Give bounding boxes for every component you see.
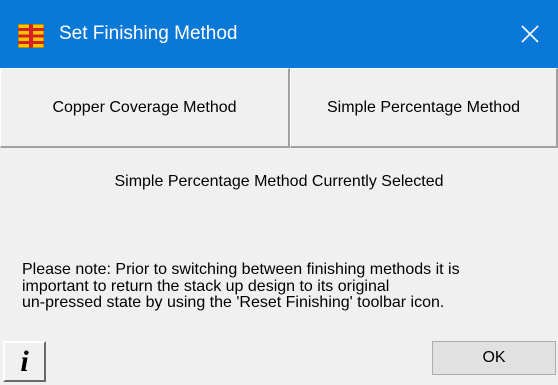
info-button[interactable]: i: [3, 341, 46, 382]
ok-button[interactable]: OK: [432, 341, 556, 375]
copper-coverage-method-button[interactable]: Copper Coverage Method: [0, 68, 290, 148]
note-line: important to return the stack up design …: [22, 277, 390, 295]
close-icon: [521, 25, 539, 43]
current-method-status: Simple Percentage Method Currently Selec…: [114, 173, 444, 190]
stackup-layers-icon: [17, 23, 45, 49]
note-line: un-pressed state by using the 'Reset Fin…: [22, 294, 445, 311]
window-title: Set Finishing Method: [59, 23, 238, 44]
simple-percentage-method-button[interactable]: Simple Percentage Method: [290, 68, 558, 148]
set-finishing-method-dialog: Set Finishing Method Copper Coverage Met…: [0, 0, 558, 385]
note-line: Please note: Prior to switching between …: [22, 261, 460, 278]
title-bar[interactable]: Set Finishing Method: [0, 0, 558, 68]
close-button[interactable]: [502, 0, 558, 68]
note-text: Please note: Prior to switching between …: [22, 261, 558, 312]
info-icon: i: [20, 344, 29, 378]
